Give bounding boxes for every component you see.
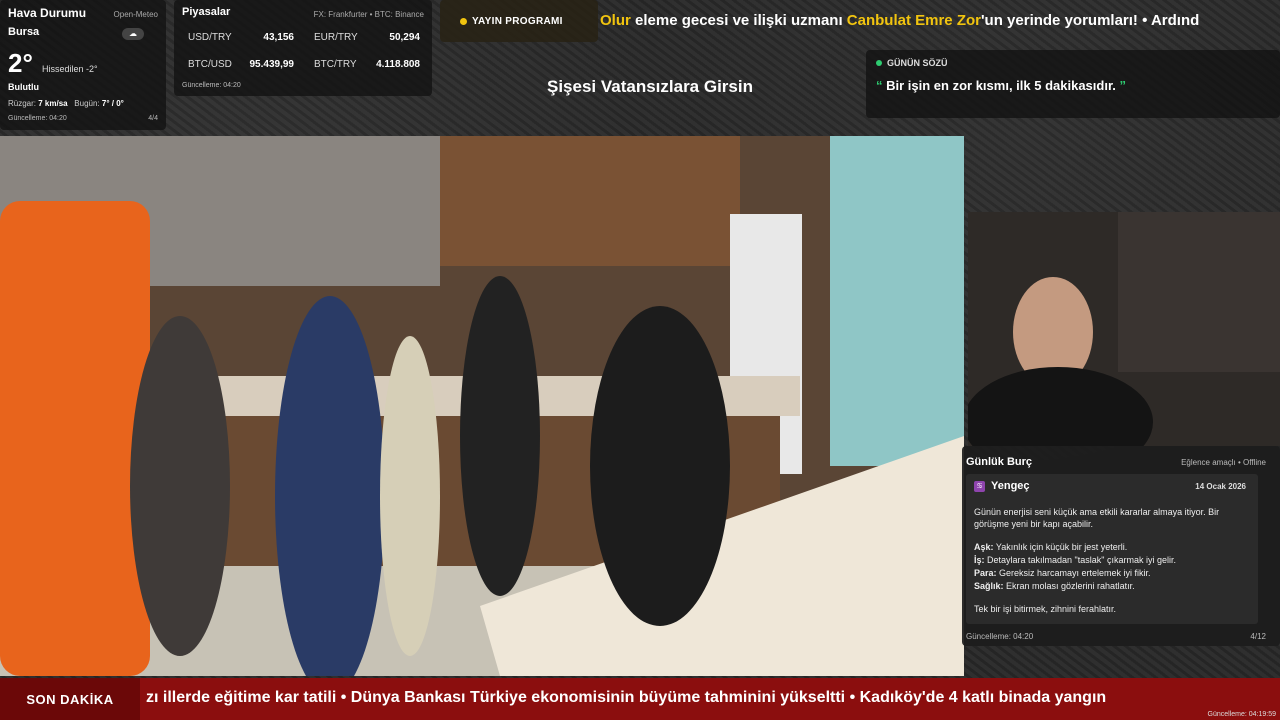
markets-widget: Piyasalar FX: Frankfurter • BTC: Binance… bbox=[174, 0, 432, 96]
schedule-dot-icon bbox=[460, 17, 467, 25]
webcam-scene bbox=[968, 212, 1280, 446]
breaking-label: SON DAKİKA bbox=[0, 678, 140, 720]
market-row: USD/TRY 43,156 bbox=[188, 32, 294, 43]
horoscope-meta: Eğlence amaçlı • Offline bbox=[1181, 458, 1266, 467]
weather-page: 4/4 bbox=[148, 115, 158, 122]
top-ticker: Olur eleme gecesi ve ilişki uzmanı Canbu… bbox=[600, 12, 1200, 29]
breaking-stamp: Güncelleme: 04:19:59 bbox=[1207, 711, 1277, 718]
horoscope-updated: Güncelleme: 04:20 bbox=[966, 632, 1034, 641]
horoscope-title: Günlük Burç bbox=[966, 456, 1033, 468]
weather-temp: 2° bbox=[8, 48, 33, 78]
market-row: BTC/USD 95.439,99 bbox=[188, 59, 294, 70]
cloud-icon: ☁ bbox=[122, 28, 144, 40]
weather-source: Open-Meteo bbox=[113, 10, 158, 19]
market-row: BTC/TRY 4.118.808 bbox=[314, 59, 420, 70]
horoscope-widget: Günlük Burç Eğlence amaçlı • Offline ♋ Y… bbox=[962, 446, 1280, 646]
quote-text: “ Bir işin en zor kısmı, ilk 5 dakikasıd… bbox=[876, 78, 1127, 93]
horoscope-card: ♋ Yengeç 14 Ocak 2026 Günün enerjisi sen… bbox=[966, 474, 1258, 624]
horoscope-page: 4/12 bbox=[1250, 632, 1266, 641]
weather-updated: Güncelleme: 04:20 bbox=[8, 115, 67, 122]
horoscope-body: Günün enerjisi seni küçük ama etkili kar… bbox=[974, 506, 1250, 615]
weather-condition: Bulutlu bbox=[8, 82, 39, 92]
show-title: Şişesi Vatansızlara Girsin bbox=[546, 77, 753, 96]
horoscope-item: Para: Gereksiz harcamayı ertelemek iyi f… bbox=[974, 568, 1151, 578]
schedule-label: YAYIN PROGRAMI bbox=[440, 0, 598, 42]
webcam-feed bbox=[968, 212, 1280, 446]
horoscope-item: İş: Detaylara takılmadan "taslak" çıkarm… bbox=[974, 555, 1176, 565]
breaking-ticker: zı illerde eğitime kar tatili • Dünya Ba… bbox=[146, 689, 1107, 706]
horoscope-closing: Tek bir işi bitirmek, zihnini ferahlatır… bbox=[974, 604, 1117, 614]
weather-widget: Hava Durumu Open-Meteo Bursa ☁ 2° Hissed… bbox=[0, 0, 166, 130]
breaking-news-bar: SON DAKİKA zı illerde eğitime kar tatili… bbox=[0, 678, 1280, 720]
quote-label: GÜNÜN SÖZÜ bbox=[876, 58, 1270, 68]
weather-feels: Hissedilen -2° bbox=[42, 64, 98, 74]
weather-wind: Rüzgar: 7 km/sa Bugün: 7° / 0° bbox=[8, 99, 124, 108]
market-row: EUR/TRY 50,294 bbox=[314, 32, 420, 43]
main-video bbox=[0, 136, 964, 676]
horoscope-date: 14 Ocak 2026 bbox=[1195, 482, 1246, 491]
zodiac-icon: ♋ bbox=[974, 480, 985, 492]
horoscope-item: Aşk: Yakınlık için küçük bir jest yeterl… bbox=[974, 542, 1128, 552]
markets-updated: Güncelleme: 04:20 bbox=[182, 82, 241, 89]
quote-widget: GÜNÜN SÖZÜ “ Bir işin en zor kısmı, ilk … bbox=[866, 50, 1280, 118]
live-dot-icon bbox=[876, 60, 882, 66]
video-scene bbox=[0, 136, 964, 676]
horoscope-item: Sağlık: Ekran molası gözlerini rahatlatı… bbox=[974, 581, 1135, 591]
markets-source: FX: Frankfurter • BTC: Binance bbox=[313, 10, 424, 19]
